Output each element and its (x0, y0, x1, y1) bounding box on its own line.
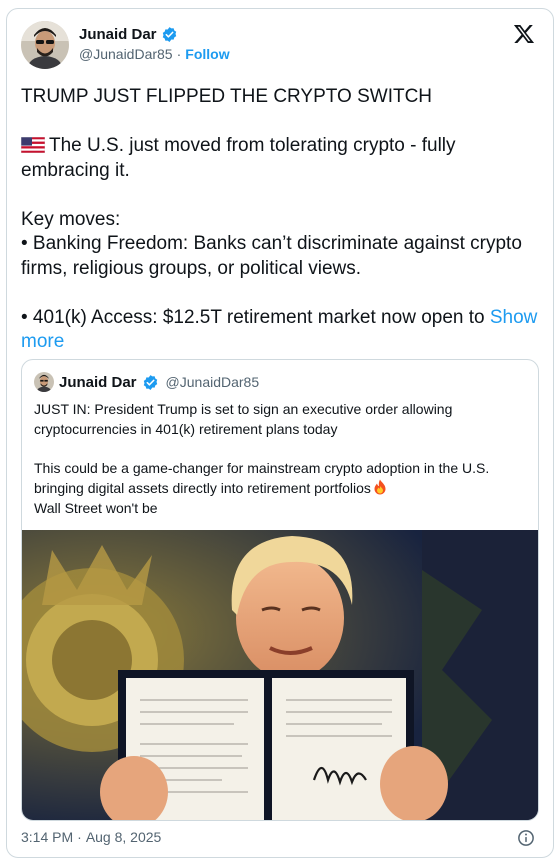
quoted-header: Junaid Dar @JunaidDar85 (34, 372, 259, 392)
tweet-key-moves-label: Key moves: (21, 208, 121, 230)
quoted-author-avatar (34, 372, 54, 392)
us-flag-icon (20, 136, 46, 154)
quoted-paragraph-2: This could be a game-changer for mainstr… (34, 459, 528, 498)
handle-separator: · (176, 46, 182, 62)
tweet-date: Aug 8, 2025 (85, 829, 162, 845)
tweet-timestamp[interactable]: 3:14 PM · Aug 8, 2025 (21, 829, 161, 845)
follow-button[interactable]: Follow (185, 46, 229, 62)
author-handle[interactable]: @JunaidDar85 (79, 46, 173, 62)
tweet-headline: TRUMP JUST FLIPPED THE CRYPTO SWITCH (21, 86, 433, 107)
author-info: Junaid Dar @JunaidDar85 · Follow (79, 26, 230, 62)
quoted-photo[interactable] (22, 530, 538, 820)
quoted-paragraph-2-text: This could be a game-changer for mainstr… (34, 460, 490, 496)
tweet-card[interactable]: Junaid Dar @JunaidDar85 · Follow TRUMP J (6, 8, 554, 858)
verified-badge-icon (142, 374, 159, 391)
tweet-time: 3:14 PM (21, 829, 74, 845)
info-icon[interactable] (517, 829, 535, 847)
tweet-bullet-2-text: • 401(k) Access: $12.5T retirement marke… (21, 306, 490, 328)
quoted-author-name: Junaid Dar (59, 373, 137, 391)
tweet-bullet-1: • Banking Freedom: Banks can’t discrimin… (21, 233, 522, 279)
quoted-text: JUST IN: President Trump is set to sign … (34, 400, 528, 518)
verified-badge-icon (161, 26, 178, 43)
x-logo-icon[interactable] (513, 23, 535, 45)
fire-emoji-icon (373, 479, 387, 495)
tweet-paragraph-1-text: The U.S. just moved from tolerating cryp… (21, 135, 456, 181)
timestamp-separator: · (77, 829, 82, 845)
author-avatar[interactable] (21, 21, 69, 69)
quoted-paragraph-1: JUST IN: President Trump is set to sign … (34, 401, 453, 437)
tweet-header: Junaid Dar @JunaidDar85 · Follow (21, 21, 539, 73)
quoted-tweet[interactable]: Junaid Dar @JunaidDar85 JUST IN: Preside… (21, 359, 539, 821)
quoted-paragraph-3: Wall Street won't be (34, 499, 158, 516)
tweet-text: TRUMP JUST FLIPPED THE CRYPTO SWITCH The… (20, 85, 541, 355)
tweet-paragraph-1: The U.S. just moved from tolerating cryp… (20, 134, 541, 183)
tweet-bullet-2: • 401(k) Access: $12.5T retirement marke… (21, 306, 541, 355)
quoted-author-handle: @JunaidDar85 (165, 374, 260, 390)
author-display-name[interactable]: Junaid Dar (79, 26, 157, 43)
